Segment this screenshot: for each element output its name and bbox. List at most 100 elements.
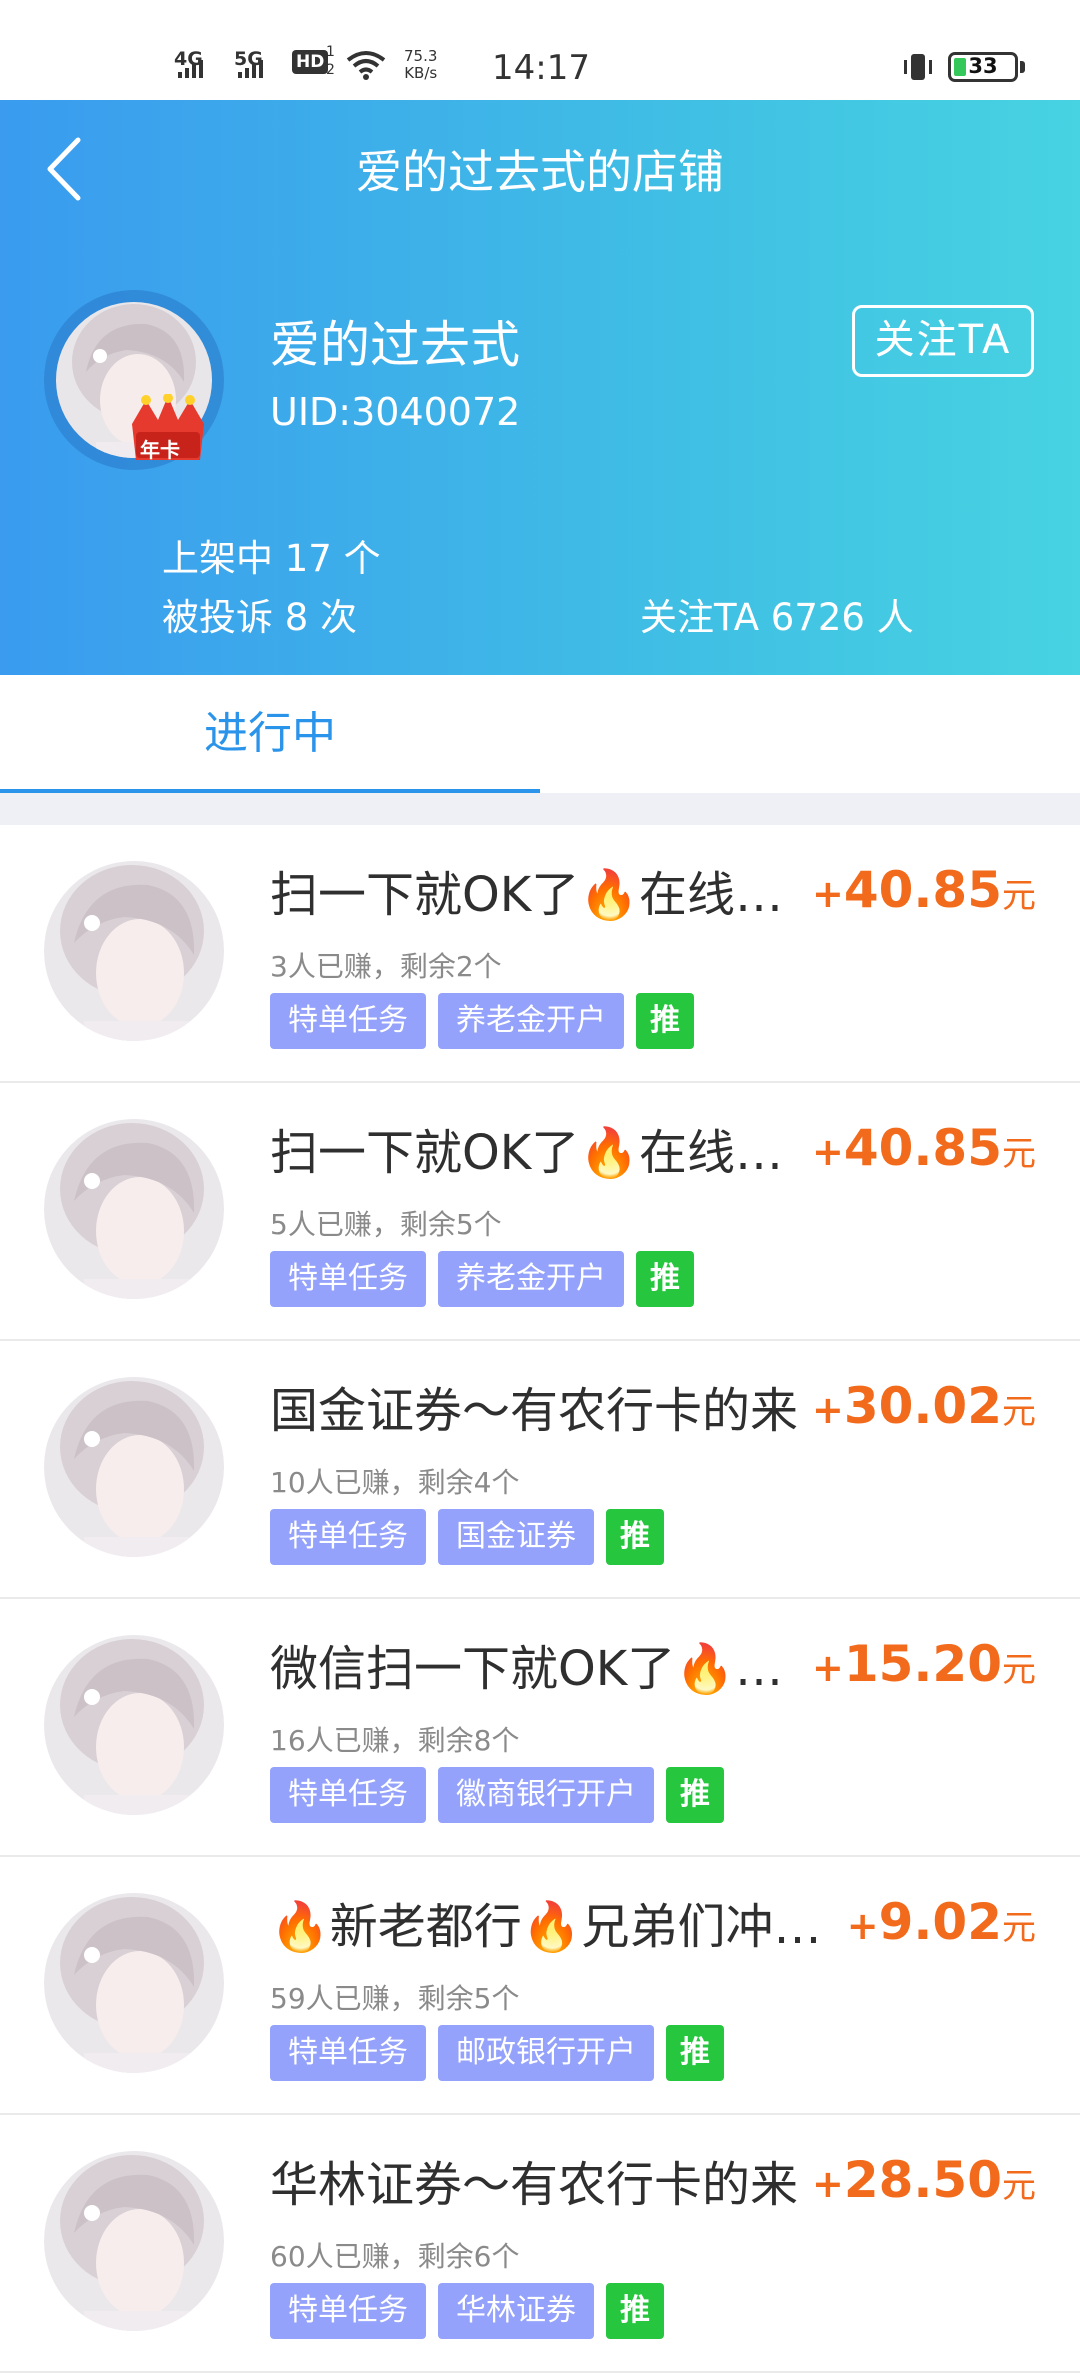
reward-unit: 元 (1002, 1392, 1036, 1432)
task-title: 扫一下就OK了🔥在线… (270, 1125, 784, 1181)
tag-category: 养老金开户 (438, 1251, 624, 1307)
tab-in-progress[interactable]: 进行中 (0, 675, 540, 793)
avatar-image (44, 2151, 224, 2331)
reward-plus: + (812, 2162, 844, 2206)
complaint-count: 被投诉 8 次 (162, 596, 358, 639)
task-reward: +9.02元 (847, 1893, 1036, 1951)
task-row[interactable]: 华林证券～有农行卡的来 60人已赚，剩余6个 特单任务 华林证券 推 +28.5… (0, 2115, 1080, 2373)
task-avatar (44, 1893, 224, 2073)
vibrate-icon (904, 54, 932, 80)
task-avatar (44, 861, 224, 1041)
tag-special-task: 特单任务 (270, 1251, 426, 1307)
task-tags: 特单任务 徽商银行开户 推 (270, 1767, 724, 1823)
task-avatar (44, 1377, 224, 1557)
wifi-icon (346, 51, 386, 80)
task-title: 扫一下就OK了🔥在线… (270, 867, 784, 923)
task-row[interactable]: 🔥新老都行🔥兄弟们冲… 59人已赚，剩余5个 特单任务 邮政银行开户 推 +9.… (0, 1857, 1080, 2115)
tag-category: 邮政银行开户 (438, 2025, 654, 2081)
tag-special-task: 特单任务 (270, 2025, 426, 2081)
divider-band (0, 793, 1080, 825)
tag-special-task: 特单任务 (270, 993, 426, 1049)
hd-sim-1: 1 (326, 44, 335, 60)
task-row[interactable]: 国金证券～有农行卡的来 10人已赚，剩余4个 特单任务 国金证券 推 +30.0… (0, 1341, 1080, 1599)
tag-category: 国金证券 (438, 1509, 594, 1565)
task-title: 微信扫一下就OK了🔥… (270, 1641, 784, 1697)
task-progress: 5人已赚，剩余5个 (270, 1208, 502, 1241)
user-uid: UID:3040072 (270, 390, 521, 434)
battery-icon: 33 (948, 52, 1018, 82)
task-title: 华林证券～有农行卡的来 (270, 2157, 799, 2213)
avatar-image (44, 861, 224, 1041)
reward-amount: 30.02 (843, 1377, 1002, 1435)
reward-unit: 元 (1002, 1650, 1036, 1690)
task-row[interactable]: 扫一下就OK了🔥在线… 3人已赚，剩余2个 特单任务 养老金开户 推 +40.8… (0, 825, 1080, 1083)
task-tags: 特单任务 养老金开户 推 (270, 993, 694, 1049)
reward-amount: 40.85 (843, 861, 1002, 919)
tag-special-task: 特单任务 (270, 1509, 426, 1565)
tag-recommended: 推 (606, 2283, 664, 2339)
task-reward: +15.20元 (812, 1635, 1036, 1693)
reward-unit: 元 (1002, 876, 1036, 916)
reward-unit: 元 (1002, 1908, 1036, 1948)
task-avatar (44, 1635, 224, 1815)
reward-amount: 15.20 (843, 1635, 1002, 1693)
reward-plus: + (812, 1130, 844, 1174)
task-tags: 特单任务 养老金开户 推 (270, 1251, 694, 1307)
reward-plus: + (846, 1904, 879, 1948)
task-row[interactable]: 微信扫一下就OK了🔥… 16人已赚，剩余8个 特单任务 徽商银行开户 推 +15… (0, 1599, 1080, 1857)
hd-icon: HD (292, 50, 329, 74)
reward-amount: 9.02 (878, 1893, 1002, 1951)
hd-sim-2: 2 (326, 62, 335, 78)
hd-label: HD (296, 52, 325, 72)
task-title: 国金证券～有农行卡的来 (270, 1383, 799, 1439)
tag-recommended: 推 (636, 993, 694, 1049)
battery-level: 33 (968, 54, 998, 78)
signal-icon (178, 60, 203, 78)
shop-avatar[interactable]: 年卡 (44, 290, 224, 470)
tag-special-task: 特单任务 (270, 2283, 426, 2339)
reward-plus: + (812, 1388, 844, 1432)
task-tags: 特单任务 华林证券 推 (270, 2283, 664, 2339)
shop-header: 爱的过去式的店铺 年卡 爱的过去式 UID:3040072 关注TA 上架中 1… (0, 100, 1080, 675)
follow-button[interactable]: 关注TA (852, 305, 1034, 377)
tab-bar: 进行中 (0, 675, 1080, 793)
reward-unit: 元 (1002, 1134, 1036, 1174)
network-speed: 75.3 KB/s (404, 47, 438, 82)
reward-amount: 28.50 (843, 2151, 1002, 2209)
reward-amount: 40.85 (843, 1119, 1002, 1177)
task-reward: +40.85元 (812, 1119, 1036, 1177)
tag-recommended: 推 (666, 2025, 724, 2081)
tag-recommended: 推 (666, 1767, 724, 1823)
task-reward: +28.50元 (812, 2151, 1036, 2209)
avatar-image (44, 1635, 224, 1815)
task-progress: 10人已赚，剩余4个 (270, 1466, 520, 1499)
tag-category: 徽商银行开户 (438, 1767, 654, 1823)
tag-category: 养老金开户 (438, 993, 624, 1049)
avatar-image (44, 1119, 224, 1299)
status-time: 14:17 (492, 48, 590, 88)
tag-recommended: 推 (636, 1251, 694, 1307)
reward-plus: + (812, 872, 844, 916)
avatar-image (44, 1893, 224, 2073)
task-progress: 16人已赚，剩余8个 (270, 1724, 520, 1757)
follower-count: 关注TA 6726 人 (640, 596, 914, 639)
reward-plus: + (812, 1646, 844, 1690)
page-title: 爱的过去式的店铺 (356, 145, 724, 199)
tag-recommended: 推 (606, 1509, 664, 1565)
annual-card-badge-label: 年卡 (140, 438, 180, 462)
task-reward: +40.85元 (812, 861, 1036, 919)
task-reward: +30.02元 (812, 1377, 1036, 1435)
listed-count: 上架中 17 个 (162, 537, 381, 580)
task-avatar (44, 1119, 224, 1299)
reward-unit: 元 (1002, 2166, 1036, 2206)
task-progress: 59人已赚，剩余5个 (270, 1982, 520, 2015)
signal-icon-2 (238, 60, 263, 78)
avatar-image (44, 1377, 224, 1557)
task-tags: 特单任务 国金证券 推 (270, 1509, 664, 1565)
tag-category: 华林证券 (438, 2283, 594, 2339)
task-row[interactable]: 扫一下就OK了🔥在线… 5人已赚，剩余5个 特单任务 养老金开户 推 +40.8… (0, 1083, 1080, 1341)
task-title: 🔥新老都行🔥兄弟们冲… (270, 1899, 822, 1955)
task-progress: 3人已赚，剩余2个 (270, 950, 502, 983)
status-bar: 4G 5G HD 1 2 75.3 KB/s 14:17 33 (0, 0, 1080, 100)
task-tags: 特单任务 邮政银行开户 推 (270, 2025, 724, 2081)
